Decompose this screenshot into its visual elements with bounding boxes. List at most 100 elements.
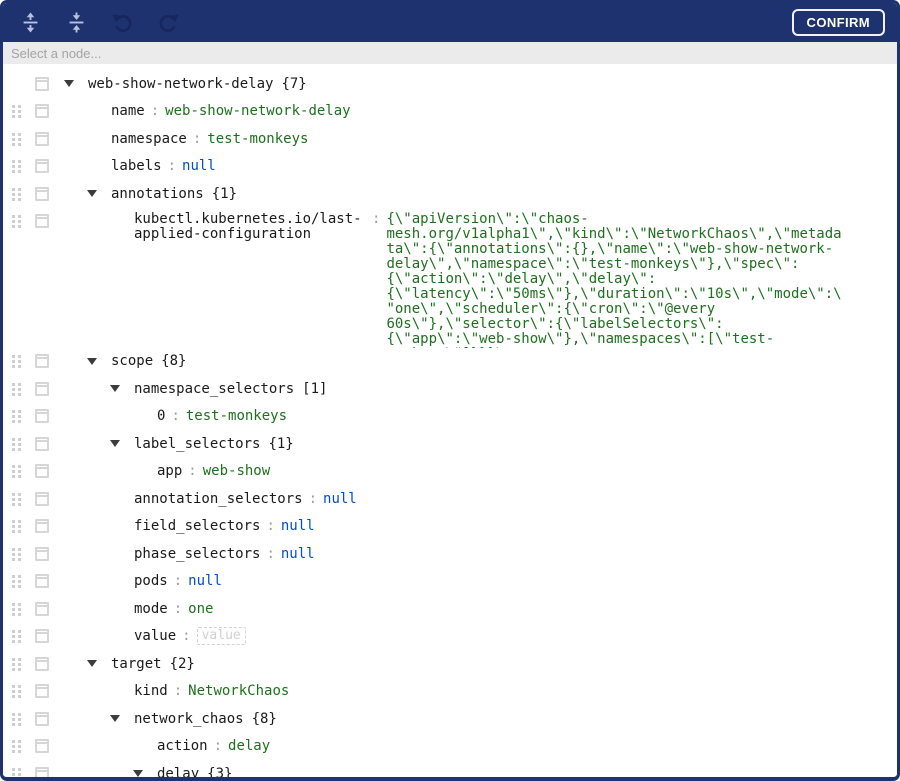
tree-row: network_chaos {8}: [3, 705, 897, 733]
field-name[interactable]: 0: [157, 408, 165, 424]
field-value[interactable]: web-show: [203, 463, 270, 479]
row-content: namespace_selectors [1]: [3, 381, 327, 397]
drag-handle-icon[interactable]: [12, 712, 22, 726]
drag-handle-icon[interactable]: [12, 574, 22, 588]
field-name[interactable]: phase_selectors: [134, 546, 260, 562]
context-menu-button[interactable]: [35, 491, 49, 506]
expand-all-button[interactable]: [17, 10, 43, 36]
context-menu-button[interactable]: [35, 519, 49, 534]
field-name[interactable]: delay: [157, 766, 199, 777]
expand-toggle[interactable]: [130, 770, 157, 777]
drag-handle-icon[interactable]: [12, 684, 22, 698]
undo-button[interactable]: [109, 10, 135, 36]
collapse-all-button[interactable]: [63, 10, 89, 36]
context-menu-button[interactable]: [35, 213, 49, 228]
field-name[interactable]: label_selectors: [134, 436, 260, 452]
field-name[interactable]: network_chaos: [134, 711, 244, 727]
context-menu-button[interactable]: [35, 629, 49, 644]
context-menu-button[interactable]: [35, 409, 49, 424]
field-value[interactable]: delay: [228, 738, 270, 754]
expand-toggle[interactable]: [84, 357, 111, 365]
field-value[interactable]: null: [323, 491, 357, 507]
drag-handle-icon[interactable]: [12, 767, 22, 777]
context-menu-button[interactable]: [35, 656, 49, 671]
context-menu-button[interactable]: [35, 464, 49, 479]
field-name[interactable]: name: [111, 103, 145, 119]
field-value[interactable]: {\"apiVersion\":\"chaos-mesh.org/v1alpha…: [386, 211, 849, 348]
drag-handle-icon[interactable]: [12, 409, 22, 423]
field-name[interactable]: kind: [134, 683, 168, 699]
field-value[interactable]: value: [196, 627, 246, 646]
drag-handle-icon[interactable]: [12, 159, 22, 173]
context-menu-button[interactable]: [35, 354, 49, 369]
field-name[interactable]: field_selectors: [134, 518, 260, 534]
field-name[interactable]: annotation_selectors: [134, 491, 303, 507]
drag-handle-icon[interactable]: [12, 187, 22, 201]
context-menu-button[interactable]: [35, 104, 49, 119]
context-menu-button[interactable]: [35, 601, 49, 616]
confirm-button[interactable]: CONFIRM: [791, 9, 885, 36]
drag-handle-icon[interactable]: [12, 437, 22, 451]
context-menu-button[interactable]: [35, 711, 49, 726]
field-value[interactable]: null: [182, 158, 216, 174]
field-name[interactable]: namespace: [111, 131, 187, 147]
field-name[interactable]: namespace_selectors: [134, 381, 294, 397]
expand-toggle[interactable]: [84, 190, 111, 198]
expand-toggle[interactable]: [61, 80, 88, 88]
field-value[interactable]: null: [281, 518, 315, 534]
field-value[interactable]: null: [281, 546, 315, 562]
drag-handle-icon[interactable]: [12, 382, 22, 396]
drag-handle-icon[interactable]: [12, 547, 22, 561]
field-name[interactable]: mode: [134, 601, 168, 617]
tree-row: action: delay: [3, 733, 897, 761]
field-name[interactable]: app: [157, 463, 182, 479]
field-name[interactable]: annotations: [111, 186, 204, 202]
field-name[interactable]: scope: [111, 353, 153, 369]
context-menu-button[interactable]: [35, 381, 49, 396]
context-menu-button[interactable]: [35, 739, 49, 754]
triangle-down-icon: [110, 715, 120, 723]
context-menu-button[interactable]: [35, 766, 49, 777]
field-value[interactable]: one: [188, 601, 213, 617]
field-value[interactable]: web-show-network-delay: [165, 103, 350, 119]
drag-handle-icon[interactable]: [12, 104, 22, 118]
drag-handle-icon[interactable]: [12, 739, 22, 753]
context-menu-button[interactable]: [35, 436, 49, 451]
field-name[interactable]: action: [157, 738, 208, 754]
drag-handle-icon[interactable]: [12, 629, 22, 643]
field-name[interactable]: kubectl.kubernetes.io/last-applied-confi…: [134, 211, 366, 242]
redo-button[interactable]: [155, 10, 181, 36]
row-content: target {2}: [3, 656, 195, 672]
expand-toggle[interactable]: [107, 440, 134, 448]
field-name[interactable]: value: [134, 628, 176, 644]
context-menu-button[interactable]: [35, 76, 49, 91]
field-value[interactable]: null: [188, 573, 222, 589]
field-value[interactable]: test-monkeys: [207, 131, 308, 147]
field-name[interactable]: labels: [111, 158, 162, 174]
context-menu-button[interactable]: [35, 186, 49, 201]
expand-toggle[interactable]: [84, 660, 111, 668]
expand-toggle[interactable]: [107, 385, 134, 393]
drag-handle-icon[interactable]: [12, 464, 22, 478]
drag-handle-icon[interactable]: [12, 132, 22, 146]
context-menu-button[interactable]: [35, 131, 49, 146]
context-menu-button[interactable]: [35, 574, 49, 589]
field-value[interactable]: NetworkChaos: [188, 683, 289, 699]
context-menu-button[interactable]: [35, 546, 49, 561]
drag-handle-icon[interactable]: [12, 657, 22, 671]
field-name[interactable]: pods: [134, 573, 168, 589]
drag-handle-icon[interactable]: [12, 519, 22, 533]
row-content: field_selectors: null: [3, 518, 315, 534]
context-menu-button[interactable]: [35, 684, 49, 699]
tree-row: namespace: test-monkeys: [3, 125, 897, 153]
expand-toggle[interactable]: [107, 715, 134, 723]
context-menu-button[interactable]: [35, 159, 49, 174]
drag-handle-icon[interactable]: [12, 602, 22, 616]
drag-handle-icon[interactable]: [12, 354, 22, 368]
field-value[interactable]: test-monkeys: [186, 408, 287, 424]
field-name[interactable]: target: [111, 656, 162, 672]
field-name[interactable]: web-show-network-delay: [88, 76, 273, 92]
drag-handle-icon[interactable]: [12, 492, 22, 506]
separator: :: [266, 518, 275, 535]
drag-handle-icon[interactable]: [12, 214, 22, 228]
